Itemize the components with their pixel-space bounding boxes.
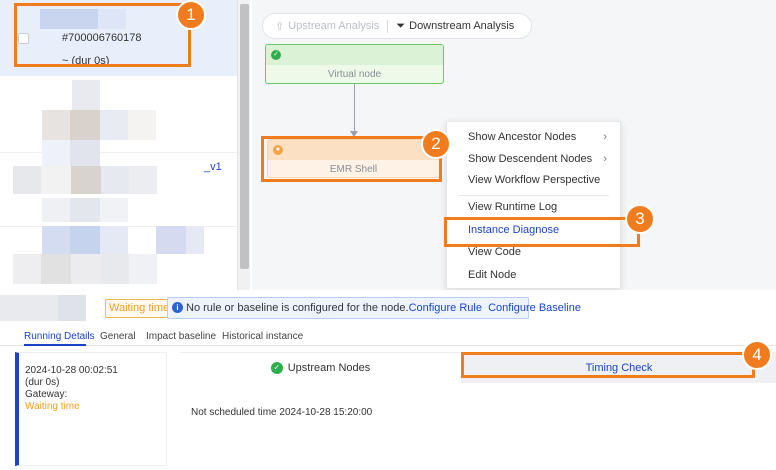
run-record-card[interactable]: 2024-10-28 00:02:51 (dur 0s) Gateway: Wa… bbox=[15, 352, 167, 466]
annotation-badge-4: 4 bbox=[742, 340, 772, 370]
configure-rule-link[interactable]: Configure Rule bbox=[409, 302, 482, 314]
configure-baseline-link[interactable]: Configure Baseline bbox=[488, 302, 581, 314]
highlight-box-4 bbox=[461, 352, 755, 378]
tab-upstream-nodes[interactable]: ✓ Upstream Nodes bbox=[180, 353, 462, 383]
blurred-cell bbox=[100, 198, 128, 222]
blurred-cell bbox=[101, 166, 129, 194]
status-badge: Waiting time bbox=[105, 299, 174, 318]
blurred-cell bbox=[100, 226, 128, 254]
node-label: Virtual node bbox=[327, 69, 382, 80]
blurred-cell bbox=[13, 254, 41, 284]
blurred-cell bbox=[70, 198, 100, 222]
tab-general[interactable]: General bbox=[100, 331, 136, 342]
filter-icon: ⏷ bbox=[396, 19, 406, 32]
blurred-cell bbox=[71, 254, 101, 284]
blurred-cell bbox=[101, 254, 129, 284]
annotation-badge-1: 1 bbox=[176, 0, 206, 30]
menu-divider bbox=[459, 195, 609, 196]
highlight-box-3 bbox=[444, 217, 640, 247]
annotation-badge-2: 2 bbox=[421, 129, 451, 159]
active-tab-indicator bbox=[24, 344, 86, 346]
highlight-box-1 bbox=[14, 3, 191, 67]
menu-item-view-runtime-log[interactable]: View Runtime Log bbox=[447, 197, 622, 217]
check-circle-icon: ✓ bbox=[270, 362, 283, 374]
chevron-right-icon: › bbox=[603, 153, 607, 165]
annotation-badge-3: 3 bbox=[625, 204, 655, 234]
menu-item-label: View Code bbox=[468, 246, 521, 258]
menu-item-edit-node[interactable]: Edit Node bbox=[447, 265, 622, 285]
timing-check-result: Not scheduled time 2024-10-28 15:20:00 bbox=[191, 407, 373, 418]
run-duration: (dur 0s) bbox=[25, 377, 60, 388]
chevron-right-icon: › bbox=[603, 131, 607, 143]
tab-historical-instance[interactable]: Historical instance bbox=[222, 331, 303, 342]
blurred-cell bbox=[71, 166, 101, 194]
blurred-cell bbox=[41, 166, 71, 194]
blurred-cell bbox=[70, 226, 100, 254]
toolbar-divider bbox=[387, 19, 389, 33]
scrollbar-thumb[interactable] bbox=[240, 4, 249, 269]
blurred-cell bbox=[70, 140, 100, 166]
menu-item-label: View Runtime Log bbox=[468, 201, 558, 213]
upload-icon: ⇧ bbox=[275, 20, 285, 33]
run-time: 2024-10-28 00:02:51 bbox=[25, 365, 118, 376]
downstream-analysis-label: Downstream Analysis bbox=[409, 20, 515, 32]
info-text: No rule or baseline is configured for th… bbox=[186, 302, 409, 314]
blurred-cell bbox=[13, 166, 41, 194]
blurred-cell bbox=[42, 110, 70, 140]
blurred-cell bbox=[100, 110, 128, 140]
node-header: ✓ bbox=[266, 45, 443, 65]
menu-item-show-descendent-nodes[interactable]: Show Descendent Nodes › bbox=[447, 149, 622, 169]
row-divider bbox=[0, 152, 237, 153]
success-icon: ✓ bbox=[271, 50, 281, 60]
dag-node-virtual[interactable]: ✓ Virtual node bbox=[265, 44, 444, 84]
blurred-cell bbox=[42, 226, 70, 254]
blurred-cell bbox=[128, 110, 156, 140]
upstream-analysis-button[interactable]: ⇧ Upstream Analysis bbox=[275, 20, 379, 33]
detail-tabs: Running Details General Impact baseline … bbox=[0, 326, 776, 346]
downstream-analysis-button[interactable]: ⏷ Downstream Analysis bbox=[396, 20, 514, 33]
blurred-title bbox=[0, 295, 58, 321]
blurred-cell bbox=[129, 166, 157, 194]
run-status: Waiting time bbox=[25, 401, 80, 412]
blurred-cell bbox=[42, 140, 70, 166]
menu-item-label: Show Ancestor Nodes bbox=[468, 131, 577, 143]
menu-item-label: Edit Node bbox=[468, 269, 517, 281]
blurred-cell bbox=[70, 110, 100, 140]
blurred-cell bbox=[72, 80, 100, 110]
dag-toolbar: ⇧ Upstream Analysis ⏷ Downstream Analysi… bbox=[262, 13, 532, 39]
menu-item-show-ancestor-nodes[interactable]: Show Ancestor Nodes › bbox=[447, 127, 622, 147]
menu-item-label: Show Descendent Nodes bbox=[468, 153, 593, 165]
blurred-title bbox=[58, 295, 86, 321]
instance-detail-panel: Waiting time i No rule or baseline is co… bbox=[0, 290, 776, 470]
list-scrollbar[interactable] bbox=[237, 0, 250, 290]
tab-impact-baseline[interactable]: Impact baseline bbox=[146, 331, 216, 342]
info-banner: i No rule or baseline is configured for … bbox=[167, 297, 581, 319]
node-context-menu: Show Ancestor Nodes › Show Descendent No… bbox=[446, 121, 621, 289]
instance-name-suffix[interactable]: _v1 bbox=[204, 161, 222, 173]
upstream-analysis-label: Upstream Analysis bbox=[288, 20, 380, 32]
blurred-cell bbox=[186, 226, 204, 254]
tab-running-details[interactable]: Running Details bbox=[24, 331, 95, 342]
run-gateway: Gateway: bbox=[25, 389, 68, 400]
blurred-cell bbox=[42, 198, 70, 222]
dag-edge bbox=[354, 84, 355, 132]
blurred-cell bbox=[129, 254, 157, 284]
menu-item-label: View Workflow Perspective bbox=[468, 174, 601, 186]
blurred-cell bbox=[41, 254, 71, 284]
info-icon: i bbox=[172, 302, 183, 313]
upstream-nodes-label: Upstream Nodes bbox=[287, 362, 371, 374]
blurred-cell bbox=[156, 226, 186, 254]
highlight-box-2 bbox=[261, 136, 442, 182]
menu-item-view-workflow-perspective[interactable]: View Workflow Perspective bbox=[447, 170, 622, 190]
